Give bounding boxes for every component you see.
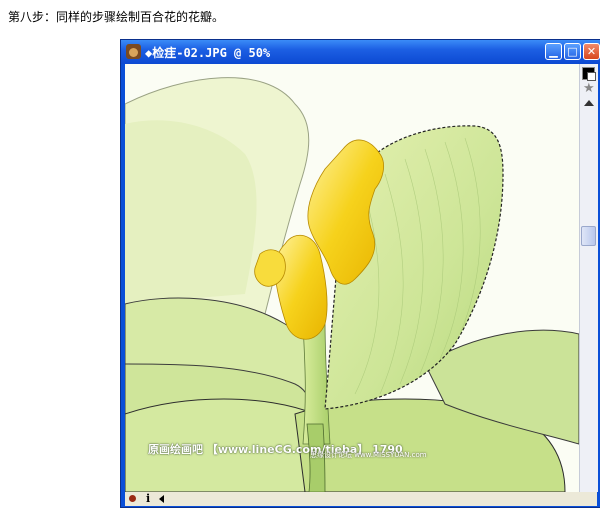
color-swatch-icon[interactable] [582, 67, 596, 81]
image-canvas[interactable] [125, 64, 579, 492]
close-button[interactable]: ✕ [583, 43, 600, 60]
scroll-up-arrow-icon[interactable] [584, 100, 594, 106]
photoshop-app-icon[interactable] [126, 44, 141, 59]
step-caption: 第八步：同样的步骤绘制百合花的花瓣。 [8, 10, 225, 24]
info-icon[interactable]: i [146, 492, 150, 505]
scroll-left-arrow-icon[interactable] [159, 495, 164, 503]
watermark-subtext: 思缘设计论坛 www.MISSYUAN.com [310, 451, 427, 459]
vertical-scrollbar[interactable]: ★ [579, 64, 598, 492]
document-window[interactable]: ◆检疰-02.JPG @ 50% ▁ □ ✕ ★ i [120, 39, 600, 508]
title-bar[interactable]: ◆检疰-02.JPG @ 50% ▁ □ ✕ [121, 40, 600, 64]
lily-artwork [125, 64, 579, 492]
scroll-thumb[interactable] [581, 226, 596, 246]
window-title: ◆检疰-02.JPG @ 50% [145, 46, 271, 60]
maximize-button[interactable]: □ [564, 43, 581, 60]
star-icon[interactable]: ★ [583, 82, 595, 95]
minimize-button[interactable]: ▁ [545, 43, 562, 60]
status-bar: i [125, 492, 597, 506]
record-icon[interactable] [129, 495, 136, 502]
